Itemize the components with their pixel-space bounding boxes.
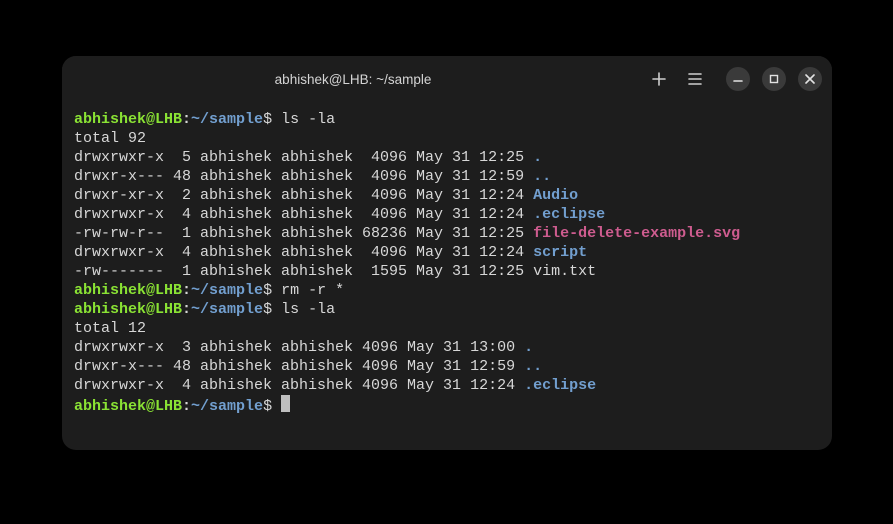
ls-entry: -rw-rw-r-- 1 abhishek abhishek 68236 May…: [74, 224, 820, 243]
ls-entry: drwxr-x--- 48 abhishek abhishek 4096 May…: [74, 357, 820, 376]
ls-entry: drwxrwxr-x 5 abhishek abhishek 4096 May …: [74, 148, 820, 167]
ls-entry-name: vim.txt: [533, 263, 596, 280]
ls-entry-name: script: [533, 244, 587, 261]
command-text: ls -la: [281, 111, 335, 128]
command-line: abhishek@LHB:~/sample$: [74, 395, 820, 416]
ls-entry: -rw------- 1 abhishek abhishek 1595 May …: [74, 262, 820, 281]
ls-entry-meta: -rw-rw-r-- 1 abhishek abhishek 68236 May…: [74, 225, 533, 242]
ls-entry-meta: drwxrwxr-x 3 abhishek abhishek 4096 May …: [74, 339, 524, 356]
ls-entry: drwxrwxr-x 3 abhishek abhishek 4096 May …: [74, 338, 820, 357]
title-controls: [648, 67, 822, 91]
close-button[interactable]: [798, 67, 822, 91]
ls-entry-meta: drwxrwxr-x 5 abhishek abhishek 4096 May …: [74, 149, 533, 166]
ls-entry-meta: drwxrwxr-x 4 abhishek abhishek 4096 May …: [74, 377, 524, 394]
command-text: ls -la: [281, 301, 335, 318]
prompt-dollar: $: [263, 301, 281, 318]
ls-entry: drwxr-x--- 48 abhishek abhishek 4096 May…: [74, 167, 820, 186]
prompt-path: ~/sample: [191, 301, 263, 318]
prompt-colon: :: [182, 398, 191, 415]
ls-entry-meta: drwxrwxr-x 4 abhishek abhishek 4096 May …: [74, 206, 533, 223]
ls-entry: drwxrwxr-x 4 abhishek abhishek 4096 May …: [74, 376, 820, 395]
menu-button[interactable]: [684, 68, 706, 90]
command-line: abhishek@LHB:~/sample$ rm -r *: [74, 281, 820, 300]
window-title: abhishek@LHB: ~/sample: [275, 72, 432, 87]
command-line: abhishek@LHB:~/sample$ ls -la: [74, 300, 820, 319]
total-line: total 92: [74, 129, 820, 148]
ls-entry: drwxrwxr-x 4 abhishek abhishek 4096 May …: [74, 243, 820, 262]
ls-entry-name: Audio: [533, 187, 578, 204]
total-line: total 12: [74, 319, 820, 338]
ls-entry-meta: -rw------- 1 abhishek abhishek 1595 May …: [74, 263, 533, 280]
ls-entry-meta: drwxr-x--- 48 abhishek abhishek 4096 May…: [74, 358, 524, 375]
prompt-path: ~/sample: [191, 111, 263, 128]
command-line: abhishek@LHB:~/sample$ ls -la: [74, 110, 820, 129]
ls-entry-meta: drwxrwxr-x 4 abhishek abhishek 4096 May …: [74, 244, 533, 261]
minimize-button[interactable]: [726, 67, 750, 91]
prompt-colon: :: [182, 111, 191, 128]
ls-entry-name: ..: [524, 358, 542, 375]
prompt-user-host: abhishek@LHB: [74, 282, 182, 299]
maximize-button[interactable]: [762, 67, 786, 91]
prompt-path: ~/sample: [191, 398, 263, 415]
ls-entry-name: .: [533, 149, 542, 166]
prompt-dollar: $: [263, 282, 281, 299]
prompt-colon: :: [182, 282, 191, 299]
ls-entry-name: ..: [533, 168, 551, 185]
prompt-dollar: $: [263, 111, 281, 128]
ls-entry-name: .eclipse: [524, 377, 596, 394]
ls-entry-name: .: [524, 339, 533, 356]
ls-entry: drwxr-xr-x 2 abhishek abhishek 4096 May …: [74, 186, 820, 205]
terminal-content[interactable]: abhishek@LHB:~/sample$ ls -latotal 92drw…: [62, 102, 832, 450]
ls-entry-name: .eclipse: [533, 206, 605, 223]
prompt-user-host: abhishek@LHB: [74, 111, 182, 128]
prompt-user-host: abhishek@LHB: [74, 301, 182, 318]
terminal-window: abhishek@LHB: ~/sample abhi: [62, 56, 832, 450]
prompt-user-host: abhishek@LHB: [74, 398, 182, 415]
prompt-path: ~/sample: [191, 282, 263, 299]
ls-entry: drwxrwxr-x 4 abhishek abhishek 4096 May …: [74, 205, 820, 224]
command-text: rm -r *: [281, 282, 344, 299]
new-tab-button[interactable]: [648, 68, 670, 90]
ls-entry-name: file-delete-example.svg: [533, 225, 740, 242]
prompt-colon: :: [182, 301, 191, 318]
prompt-dollar: $: [263, 398, 281, 415]
titlebar: abhishek@LHB: ~/sample: [62, 56, 832, 102]
ls-entry-meta: drwxr-x--- 48 abhishek abhishek 4096 May…: [74, 168, 533, 185]
cursor: [281, 395, 290, 412]
ls-entry-meta: drwxr-xr-x 2 abhishek abhishek 4096 May …: [74, 187, 533, 204]
